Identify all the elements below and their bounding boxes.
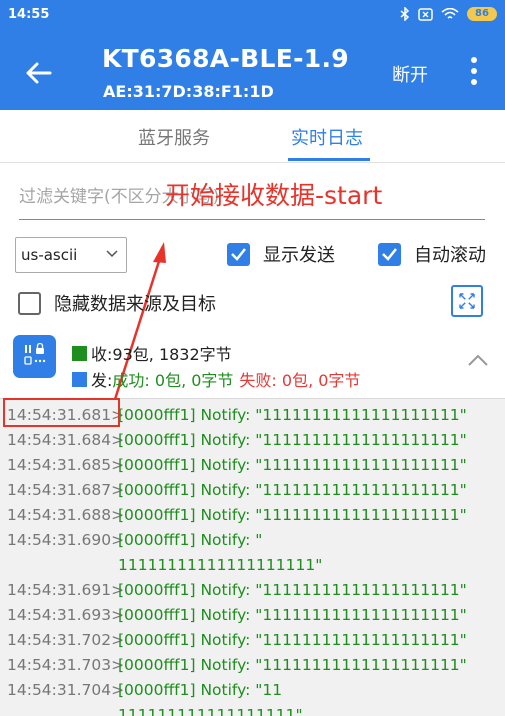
sent-legend-square <box>72 371 87 387</box>
disconnect-button[interactable]: 断开 <box>392 61 428 87</box>
tab-bluetooth-services[interactable]: 蓝牙服务 <box>138 124 210 150</box>
log-row: 14:54:31.703> [0000fff1] Notify: "1111111… <box>0 653 505 678</box>
checkbox-unchecked-icon <box>18 291 41 315</box>
chevron-down-icon <box>106 250 118 258</box>
log-message: [0000fff1] Notify: "11111111111111111111… <box>118 631 467 649</box>
status-icons: 86 <box>400 7 497 21</box>
checkbox-checked-icon <box>227 242 250 266</box>
log-message: [0000fff1] Notify: "11111111111111111111… <box>118 406 467 424</box>
log-message: [0000fff1] Notify: "11111111111111111111… <box>118 656 467 674</box>
auto-scroll-checkbox[interactable]: 自动滚动 <box>378 241 486 267</box>
hide-source-label: 隐藏数据来源及目标 <box>54 294 216 315</box>
log-row: 14:54:31.688> [0000fff1] Notify: "1111111… <box>0 503 505 528</box>
log-timestamp: 14:54:31.703> <box>7 656 125 674</box>
fullscreen-icon[interactable] <box>451 285 483 317</box>
log-row: 14:54:31.704> [0000fff1] Notify: "11 <box>0 678 505 703</box>
log-row: 11111111111111111111" <box>0 553 505 578</box>
log-message: 111111111111111111" <box>118 706 303 716</box>
annotation-highlight-box <box>3 398 120 427</box>
wifi-icon <box>441 7 459 19</box>
checkbox-checked-icon <box>378 242 401 266</box>
sent-success: 成功: 0包, 0字节 <box>112 371 234 390</box>
sent-fail: 失败: 0包, 0字节 <box>239 371 361 390</box>
back-arrow-icon[interactable] <box>24 58 54 88</box>
received-text: 93包, 1832字节 <box>112 345 232 364</box>
log-timestamp: 14:54:31.691> <box>7 581 125 599</box>
log-timestamp <box>0 553 118 578</box>
status-bar: 14:55 86 <box>0 0 505 32</box>
log-message: 11111111111111111111" <box>118 556 323 574</box>
battery-icon: 86 <box>467 7 497 21</box>
received-stats: 收: 93包, 1832字节 <box>72 341 232 365</box>
log-message: [0000fff1] Notify: "11111111111111111111… <box>118 456 467 474</box>
pause-lock-icon <box>23 342 45 365</box>
log-timestamp <box>0 703 118 716</box>
log-message: [0000fff1] Notify: "11111111111111111111… <box>118 606 467 624</box>
log-row: 14:54:31.687> [0000fff1] Notify: "1111111… <box>0 478 505 503</box>
pause-clear-button[interactable] <box>13 335 56 378</box>
log-row: 14:54:31.684> [0000fff1] Notify: "1111111… <box>0 428 505 453</box>
auto-scroll-label: 自动滚动 <box>414 245 486 266</box>
log-timestamp: 14:54:31.702> <box>7 631 125 649</box>
annotation-text: 开始接收数据-start <box>165 181 383 210</box>
log-timestamp: 14:54:31.684> <box>7 431 125 449</box>
sent-stats: 发: 成功: 0包, 0字节 失败: 0包, 0字节 <box>72 367 360 391</box>
log-message: [0000fff1] Notify: "11111111111111111111… <box>118 506 467 524</box>
log-timestamp: 14:54:31.685> <box>7 456 125 474</box>
bluetooth-icon <box>400 7 410 21</box>
log-row: 14:54:31.702> [0000fff1] Notify: "1111111… <box>0 628 505 653</box>
tab-bar: 蓝牙服务 实时日志 <box>0 110 505 163</box>
chevron-up-icon[interactable] <box>466 352 490 368</box>
log-row: 14:54:31.693> [0000fff1] Notify: "1111111… <box>0 603 505 628</box>
show-send-label: 显示发送 <box>263 245 335 266</box>
sent-prefix: 发: <box>91 371 113 390</box>
app-bar: KT6368A-BLE-1.9 AE:31:7D:38:F1:1D 断开 <box>0 32 505 110</box>
log-timestamp: 14:54:31.690> <box>7 531 125 549</box>
log-message: [0000fff1] Notify: "11 <box>118 681 283 699</box>
log-timestamp: 14:54:31.688> <box>7 506 125 524</box>
encoding-value: us-ascii <box>21 246 78 264</box>
more-vert-icon[interactable] <box>468 54 480 88</box>
log-list[interactable]: 14:54:31.681> [0000fff1] Notify: "1111111… <box>0 398 505 716</box>
log-message: [0000fff1] Notify: "11111111111111111111… <box>118 431 467 449</box>
log-message: [0000fff1] Notify: "11111111111111111111… <box>118 581 467 599</box>
log-row: 111111111111111111" <box>0 703 505 716</box>
log-timestamp: 14:54:31.687> <box>7 481 125 499</box>
log-row: 14:54:31.690> [0000fff1] Notify: " <box>0 528 505 553</box>
received-prefix: 收: <box>91 345 113 364</box>
hide-source-checkbox[interactable]: 隐藏数据来源及目标 <box>18 290 216 316</box>
encoding-select[interactable]: us-ascii <box>15 237 127 273</box>
log-row: 14:54:31.685> [0000fff1] Notify: "1111111… <box>0 453 505 478</box>
received-legend-square <box>72 345 87 361</box>
active-tab-indicator <box>288 158 370 161</box>
notification-icon <box>418 7 433 21</box>
show-send-checkbox[interactable]: 显示发送 <box>227 241 335 267</box>
log-message: [0000fff1] Notify: "11111111111111111111… <box>118 481 467 499</box>
log-row: 14:54:31.691> [0000fff1] Notify: "1111111… <box>0 578 505 603</box>
log-timestamp: 14:54:31.704> <box>7 681 125 699</box>
log-timestamp: 14:54:31.693> <box>7 606 125 624</box>
device-name: KT6368A-BLE-1.9 <box>102 44 349 73</box>
status-time: 14:55 <box>8 7 50 22</box>
tab-realtime-log[interactable]: 实时日志 <box>291 124 363 150</box>
device-address: AE:31:7D:38:F1:1D <box>103 82 274 101</box>
log-message: [0000fff1] Notify: " <box>118 531 263 549</box>
